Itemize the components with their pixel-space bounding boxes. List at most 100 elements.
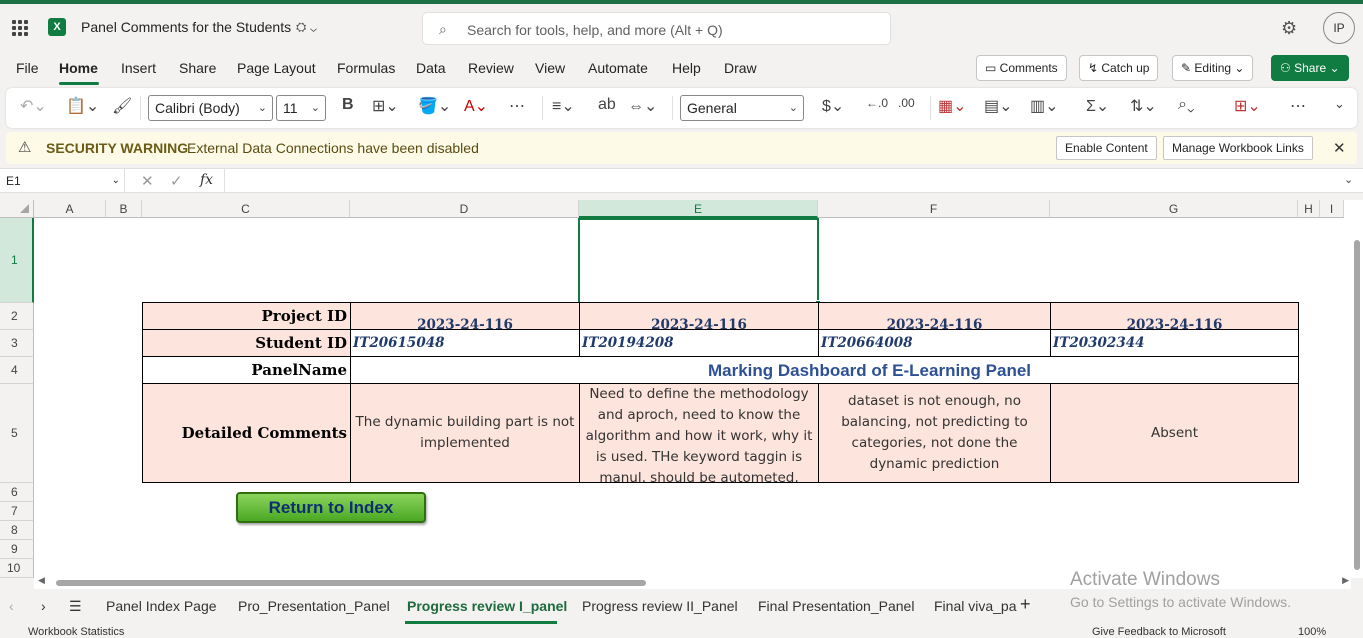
return-to-index-button[interactable]: Return to Index [236, 492, 426, 523]
number-format-select[interactable]: General ⌄ [680, 95, 804, 121]
cancel-icon[interactable]: ✕ [141, 172, 154, 190]
menu-data[interactable]: Data [416, 60, 446, 76]
format-table-icon[interactable]: ▤⌄ [984, 96, 1013, 116]
name-box[interactable]: E1 ⌄ [0, 169, 125, 193]
function-icon[interactable]: fx [200, 172, 213, 188]
menu-review[interactable]: Review [468, 60, 514, 76]
row-header-4[interactable]: 4 [0, 357, 34, 384]
dashboard-title-cell[interactable]: Marking Dashboard of E-Learning Panel [350, 356, 1299, 384]
selected-cell-e1[interactable] [578, 218, 819, 304]
project-id-cell[interactable]: 2023-24-116 [579, 302, 819, 330]
fill-color-icon[interactable]: 🪣⌄ [418, 96, 451, 116]
worksheet-grid[interactable]: A B C D E F G H I 1 2 3 4 5 6 7 8 9 10 P… [0, 200, 1363, 578]
comment-cell[interactable]: The dynamic building part is not impleme… [350, 383, 580, 483]
menu-formulas[interactable]: Formulas [337, 60, 395, 76]
scrollbar-thumb[interactable] [56, 580, 646, 586]
project-id-cell[interactable]: 2023-24-116 [1050, 302, 1299, 330]
menu-draw[interactable]: Draw [724, 60, 757, 76]
undo-icon[interactable]: ↶⌄ [20, 96, 47, 116]
chevron-left-icon[interactable]: ‹ [9, 598, 14, 614]
close-icon[interactable]: ✕ [1333, 139, 1346, 157]
zoom-level[interactable]: 100% [1298, 626, 1326, 638]
menu-help[interactable]: Help [672, 60, 701, 76]
all-sheets-menu-icon[interactable]: ☰ [69, 598, 82, 615]
merge-icon[interactable]: ⇔⌄ [628, 96, 657, 116]
format-painter-icon[interactable]: 🖌 [112, 96, 132, 116]
app-launcher-icon[interactable] [12, 20, 28, 36]
wrap-text-icon[interactable]: ab [598, 96, 616, 114]
conditional-format-icon[interactable]: ▦⌄ [938, 96, 967, 116]
label-project-id[interactable]: Project ID [142, 302, 351, 330]
decrease-decimal-icon[interactable]: ←.0 [866, 96, 888, 110]
row-header-2[interactable]: 2 [0, 303, 34, 330]
menu-insert[interactable]: Insert [121, 60, 156, 76]
enable-content-button[interactable]: Enable Content [1056, 136, 1157, 160]
column-header-i[interactable]: I [1320, 200, 1344, 218]
font-size-select[interactable]: 11 ⌄ [276, 95, 326, 121]
font-color-icon[interactable]: A⌄ [464, 96, 488, 116]
more-font-icon[interactable]: ⋯ [509, 96, 525, 116]
check-icon[interactable]: ✓ [170, 172, 183, 190]
column-header-d[interactable]: D [350, 200, 579, 218]
borders-icon[interactable]: ⊞⌄ [372, 96, 399, 116]
scrollbar-thumb[interactable] [1354, 240, 1360, 570]
project-id-cell[interactable]: 2023-24-116 [818, 302, 1051, 330]
sheet-tab[interactable]: Panel Index Page [106, 598, 217, 614]
autosave-status-icon[interactable]: ⛭ ⌄ [296, 19, 317, 35]
addins-icon[interactable]: ⊞⌄ [1234, 96, 1261, 116]
comment-cell[interactable]: dataset is not enough, no balancing, not… [818, 383, 1051, 483]
column-header-g[interactable]: G [1050, 200, 1298, 218]
chevron-right-icon[interactable]: › [41, 598, 46, 614]
align-icon[interactable]: ≡⌄ [552, 96, 575, 116]
menu-view[interactable]: View [535, 60, 565, 76]
menu-page-layout[interactable]: Page Layout [237, 60, 316, 76]
manage-workbook-links-button[interactable]: Manage Workbook Links [1163, 136, 1313, 160]
student-id-cell[interactable]: IT20615048 [350, 329, 580, 357]
menu-automate[interactable]: Automate [588, 60, 648, 76]
comment-cell[interactable]: Need to define the methodology and aproc… [579, 383, 819, 483]
search-box[interactable]: ⌕ Search for tools, help, and more (Alt … [422, 12, 891, 45]
student-id-cell[interactable]: IT20194208 [579, 329, 819, 357]
editing-button[interactable]: ✎ Editing ⌄ [1172, 55, 1254, 81]
menu-file[interactable]: File [16, 60, 39, 76]
project-id-cell[interactable]: 2023-24-116 [350, 302, 580, 330]
sheet-tab-active[interactable]: Progress review I_panel [407, 598, 567, 614]
row-header-6[interactable]: 6 [0, 483, 34, 502]
select-all-corner[interactable] [0, 200, 34, 218]
label-panel-name[interactable]: PanelName [142, 356, 351, 384]
column-header-f[interactable]: F [818, 200, 1050, 218]
column-header-a[interactable]: A [34, 200, 106, 218]
vertical-scrollbar[interactable] [1351, 218, 1363, 578]
row-header-9[interactable]: 9 [0, 540, 34, 559]
sheet-tab[interactable]: Final Presentation_Panel [758, 598, 914, 614]
label-detailed-comments[interactable]: Detailed Comments [142, 383, 351, 483]
share-button[interactable]: ⚇ Share ⌄ [1271, 55, 1349, 81]
feedback-link[interactable]: Give Feedback to Microsoft [1092, 626, 1226, 638]
find-icon[interactable]: ⌕⌄ [1178, 96, 1195, 114]
more-options-icon[interactable]: ⋯ [1290, 96, 1306, 116]
bold-icon[interactable]: B [342, 96, 354, 114]
column-header-c[interactable]: C [142, 200, 350, 218]
row-header-1[interactable]: 1 [0, 218, 34, 303]
row-header-3[interactable]: 3 [0, 330, 34, 357]
add-sheet-icon[interactable]: + [1020, 594, 1031, 615]
expand-formula-icon[interactable]: ⌄ [1344, 173, 1353, 186]
menu-share[interactable]: Share [179, 60, 216, 76]
cell-styles-icon[interactable]: ▥⌄ [1030, 96, 1059, 116]
formula-input[interactable] [224, 169, 1363, 193]
avatar[interactable]: IP [1323, 12, 1355, 44]
column-header-e[interactable]: E [579, 200, 818, 218]
row-header-10[interactable]: 10 [0, 559, 34, 578]
student-id-cell[interactable]: IT20664008 [818, 329, 1051, 357]
paste-icon[interactable]: 📋⌄ [66, 96, 99, 116]
comment-cell[interactable]: Absent [1050, 383, 1299, 483]
increase-decimal-icon[interactable]: .00 [898, 96, 915, 110]
row-header-8[interactable]: 8 [0, 521, 34, 540]
comments-button[interactable]: ▭ Comments [976, 55, 1067, 81]
column-header-b[interactable]: B [106, 200, 142, 218]
sheet-tab[interactable]: Pro_Presentation_Panel [238, 598, 390, 614]
menu-home[interactable]: Home [59, 60, 98, 76]
row-header-5[interactable]: 5 [0, 384, 34, 483]
row-header-7[interactable]: 7 [0, 502, 34, 521]
sheet-tab[interactable]: Progress review II_Panel [582, 598, 738, 614]
